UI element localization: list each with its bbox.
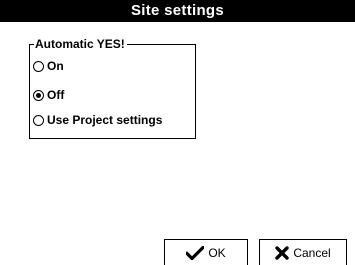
cancel-button-label: Cancel [293,245,331,260]
radio-button-on[interactable] [33,60,44,72]
groupbox-legend: Automatic YES! [34,37,127,51]
ok-button-label: OK [208,245,226,260]
radio-selected-dot [36,92,41,98]
radio-button-off[interactable] [33,89,44,101]
radio-option-on[interactable]: On [33,57,64,75]
automatic-yes-groupbox: Automatic YES! On Off Use Project settin… [29,37,196,139]
radio-button-use-project-settings[interactable] [33,114,44,126]
dialog-title: Site settings [0,0,355,22]
radio-label-use-project-settings: Use Project settings [47,113,163,127]
radio-option-use-project-settings[interactable]: Use Project settings [33,111,162,129]
cross-icon [275,245,290,260]
ok-button[interactable]: OK [164,239,248,265]
checkmark-icon [186,245,205,260]
cancel-button[interactable]: Cancel [259,239,347,265]
radio-label-on: On [47,59,64,73]
radio-label-off: Off [47,88,65,102]
site-settings-dialog: Site settings Automatic YES! On Off Use … [0,0,355,265]
radio-option-off[interactable]: Off [33,86,64,104]
